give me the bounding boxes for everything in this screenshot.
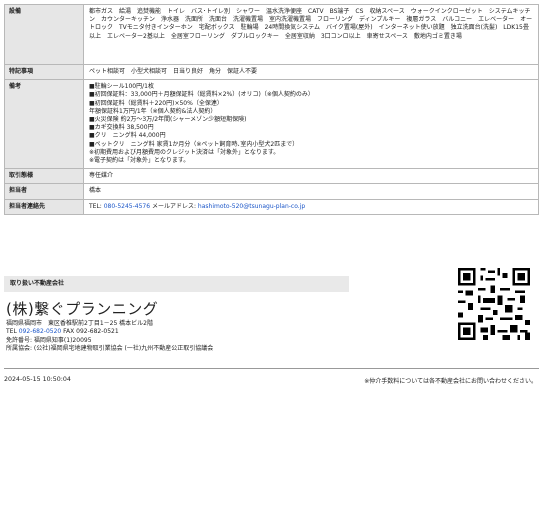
spec-table: 設備 都市ガス 給湯 追焚機能 トイレ バス･トイレ別 シャワー 温水洗浄便座 … (4, 4, 539, 215)
company-section-header: 取り扱い不動産会社 (4, 276, 349, 292)
spec-label: 担当者 (4, 183, 84, 200)
contact-tel-link[interactable]: 080-5245-4576 (104, 203, 150, 210)
company-name: (株)繋ぐプランニング (6, 300, 159, 318)
spec-label: 担当者連絡先 (4, 198, 84, 215)
commission-note: ※仲介手数料については各不動産会社にお問い合わせください。 (364, 378, 537, 385)
spec-label: 特記事項 (4, 63, 84, 81)
property-detail-sheet: 設備 都市ガス 給湯 追焚機能 トイレ バス･トイレ別 シャワー 温水洗浄便座 … (4, 4, 542, 215)
spec-row-remarks: 備考 ■駐輪シール100円/1枚 ■初回保証料：33,000円＋月額保証料（総賃… (4, 79, 539, 170)
spec-row-contact: 担当者連絡先 TEL: 080-5245-4576 メールアドレス: hashi… (4, 198, 539, 215)
spec-value: ■駐輪シール100円/1枚 ■初回保証料：33,000円＋月額保証料（総賃料×2… (83, 79, 539, 170)
spec-label: 取引態様 (4, 168, 84, 185)
spec-row-equipment: 設備 都市ガス 給湯 追焚機能 トイレ バス･トイレ別 シャワー 温水洗浄便座 … (4, 4, 539, 65)
spec-value: ペット相談可 小型犬相談可 日当り良好 角分 保証人不要 (83, 63, 539, 81)
company-phone-line: TEL 092-682-0520 FAX 092-682-0521 (6, 328, 213, 336)
contact-mail-label: メールアドレス: (150, 202, 198, 210)
spec-value: 専任媒介 (83, 168, 539, 185)
spec-value: 都市ガス 給湯 追焚機能 トイレ バス･トイレ別 シャワー 温水洗浄便座 CAT… (83, 4, 539, 65)
company-license: 免許番号: 福岡県知事(1)20095 (6, 336, 92, 344)
spec-row-staff: 担当者 橋本 (4, 183, 539, 200)
contact-email-link[interactable]: hashimoto-520@tsunagu-plan-co.jp (198, 203, 305, 210)
spec-value: TEL: 080-5245-4576 メールアドレス: hashimoto-52… (83, 198, 539, 215)
spec-label: 設備 (4, 4, 84, 65)
print-timestamp: 2024-05-15 10:50:04 (4, 376, 71, 383)
spec-row-special: 特記事項 ペット相談可 小型犬相談可 日当り良好 角分 保証人不要 (4, 63, 539, 81)
company-info: 福岡県福岡市 東区香椎駅前2丁目1－25 橋本ビル2階 TEL 092-682-… (6, 320, 213, 354)
spec-label: 備考 (4, 79, 84, 170)
company-association: 所属協会: (公社)福岡県宅地建物取引業協会 (一社)九州不動産公正取引協議会 (6, 345, 214, 353)
company-tel-link[interactable]: 092-682-0520 (19, 328, 62, 335)
qr-code[interactable] (458, 268, 530, 340)
spec-value: 橋本 (83, 183, 539, 200)
company-fax: FAX 092-682-0521 (61, 328, 119, 336)
spec-row-transaction: 取引態様 専任媒介 (4, 168, 539, 185)
contact-prefix: TEL: (89, 202, 104, 210)
company-address: 福岡県福岡市 東区香椎駅前2丁目1－25 橋本ビル2階 (6, 320, 153, 327)
tel-label: TEL (6, 328, 19, 336)
footer-divider (4, 368, 539, 369)
